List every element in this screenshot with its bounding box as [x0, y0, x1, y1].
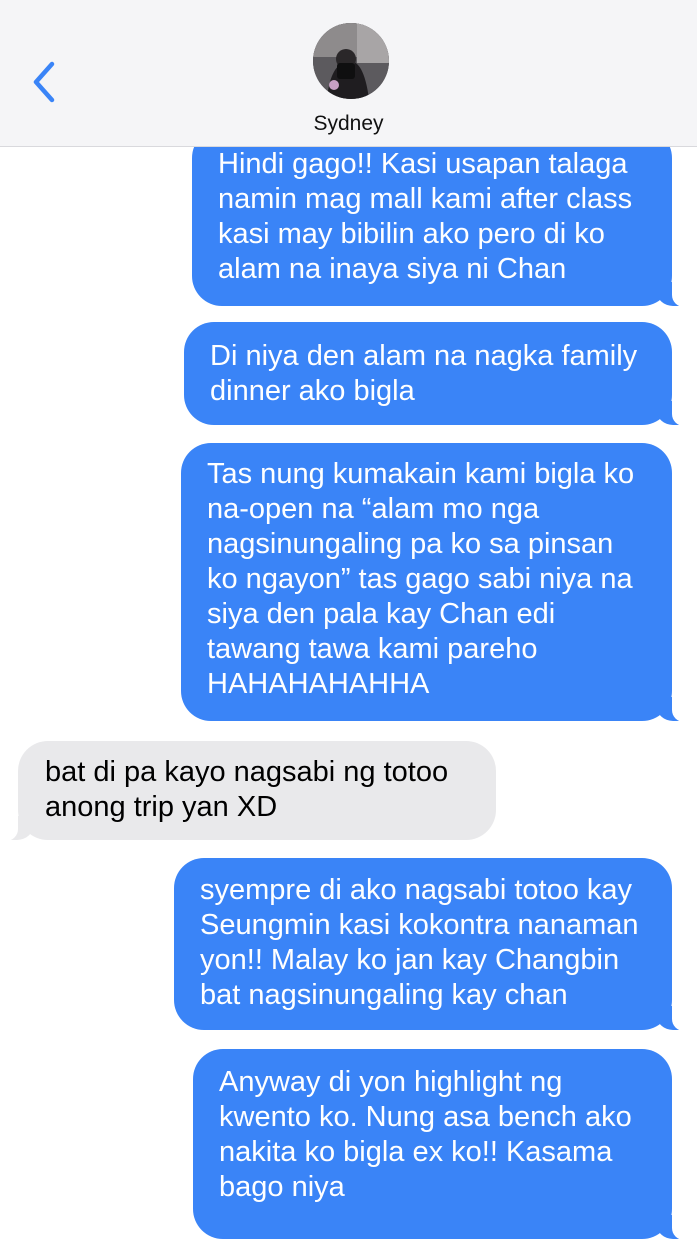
- contact-name[interactable]: Sydney: [0, 112, 697, 136]
- message-line: dinner ako bigla: [210, 375, 415, 407]
- message-line: anong trip yan XD: [45, 791, 278, 823]
- back-button[interactable]: [26, 60, 62, 104]
- chevron-left-icon: [33, 61, 55, 103]
- sent-message-bubble[interactable]: Tas nung kumakain kami bigla ko na-open …: [181, 443, 691, 722]
- message-line: kwento ko. Nung asa bench ako: [219, 1101, 632, 1133]
- message-line: Hindi gago!! Kasi usapan talaga: [218, 148, 628, 180]
- sent-message-bubble[interactable]: syempre di ako nagsabi totoo kay Seungmi…: [174, 858, 691, 1031]
- message-line: Anyway di yon highlight ng: [219, 1066, 563, 1098]
- message-line: na-open na “alam mo nga: [207, 493, 540, 525]
- message-line: nakita ko bigla ex ko!! Kasama: [219, 1136, 613, 1168]
- message-line: Tas nung kumakain kami bigla ko: [207, 458, 635, 490]
- sent-message-bubble[interactable]: Hindi gago!! Kasi usapan talaga namin ma…: [192, 128, 691, 307]
- message-line: alam na inaya siya ni Chan: [218, 253, 567, 285]
- message-line: bat nagsinungaling kay chan: [200, 979, 568, 1011]
- received-message-bubble[interactable]: bat di pa kayo nagsabi ng totoo anong tr…: [0, 741, 496, 841]
- conversation-header: Sydney: [0, 0, 697, 147]
- message-line: nagsinungaling pa ko sa pinsan: [207, 528, 614, 560]
- sent-message-bubble[interactable]: Anyway di yon highlight ng kwento ko. Nu…: [193, 1049, 691, 1240]
- message-line: ko ngayon” tas gago sabi niya na: [207, 563, 633, 595]
- message-line: HAHAHAHAHHA: [207, 668, 430, 700]
- message-line: namin mag mall kami after class: [218, 183, 633, 215]
- message-line: Di niya den alam na nagka family: [210, 340, 638, 372]
- message-line: kasi may bibilin ako pero di ko: [218, 218, 605, 250]
- avatar-photo: [313, 23, 389, 99]
- message-line: bat di pa kayo nagsabi ng totoo: [45, 756, 449, 788]
- contact-avatar[interactable]: [313, 23, 389, 99]
- message-line: siya den pala kay Chan edi: [207, 598, 556, 630]
- message-line: tawang tawa kami pareho: [207, 633, 538, 665]
- message-line: yon!! Malay ko jan kay Changbin: [200, 944, 620, 976]
- message-line: syempre di ako nagsabi totoo kay: [200, 874, 633, 906]
- message-line: Seungmin kasi kokontra nanaman: [200, 909, 639, 941]
- sent-message-bubble[interactable]: Di niya den alam na nagka family dinner …: [184, 322, 691, 426]
